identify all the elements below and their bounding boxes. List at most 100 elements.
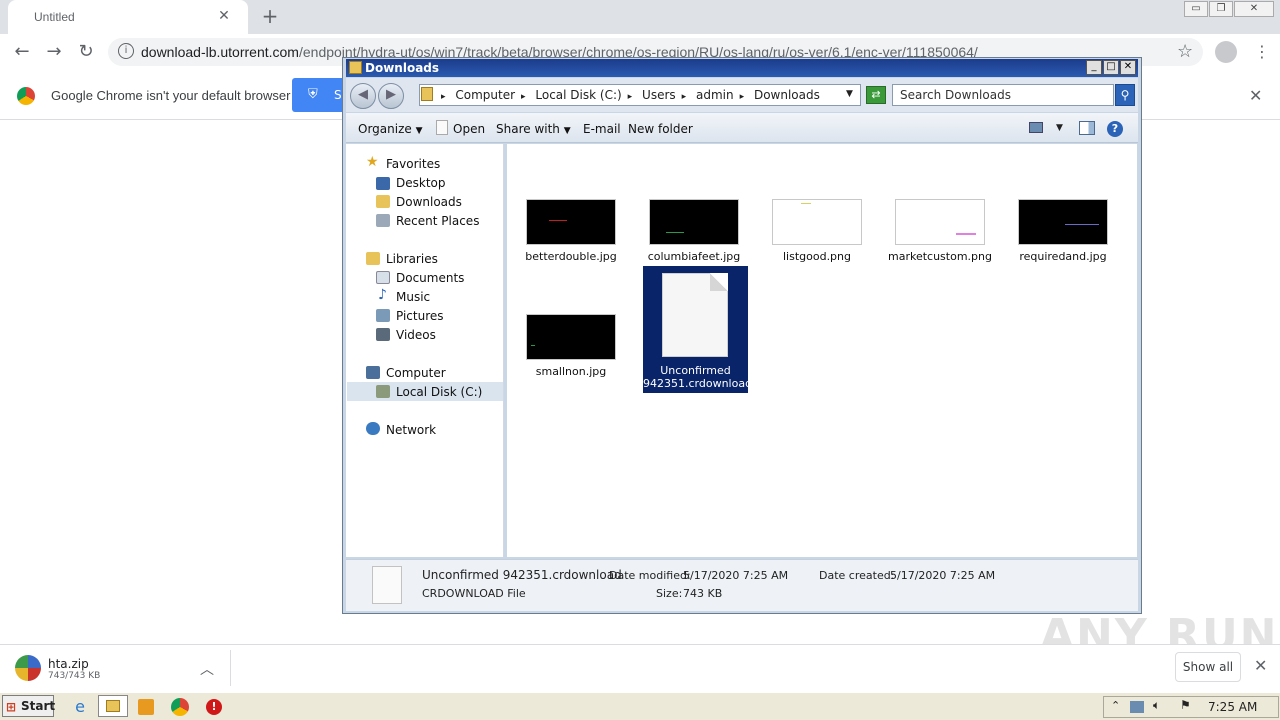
security-alert-icon[interactable]: ! [206, 699, 222, 715]
reload-icon[interactable]: ↻ [74, 41, 98, 65]
flag-icon[interactable]: ⚑ [1180, 698, 1191, 712]
clock[interactable]: 7:25 AM [1208, 700, 1257, 714]
nav-computer[interactable]: Computer [386, 366, 446, 380]
selected-name-line1: Unconfirmed [660, 364, 731, 377]
open-button[interactable]: Open [453, 122, 485, 136]
start-label: Start [21, 699, 56, 713]
modified-label: Date modified: [609, 569, 691, 582]
modified-value: 5/17/2020 7:25 AM [683, 569, 789, 582]
nav-local-disk[interactable]: Local Disk (C:) [396, 385, 482, 399]
file-thumbnail[interactable] [526, 199, 616, 245]
organize-button[interactable]: Organize ▼ [358, 122, 423, 136]
organize-label: Organize [358, 122, 412, 136]
file-thumbnail[interactable] [1018, 199, 1108, 245]
start-button[interactable]: ⊞ Start [2, 695, 56, 717]
explorer-title: Downloads [365, 61, 440, 75]
menu-icon[interactable]: ⋮ [1254, 42, 1270, 61]
ie-icon[interactable]: e [70, 697, 90, 717]
videos-icon [376, 328, 390, 341]
details-filename: Unconfirmed 942351.crdownload [422, 568, 622, 582]
chevron-up-icon[interactable]: ︿ [200, 659, 214, 679]
restore-icon[interactable]: ❐ [1209, 1, 1233, 17]
details-filetype: CRDOWNLOAD File [422, 587, 526, 600]
tab-title: Untitled [34, 10, 75, 24]
nav-pictures[interactable]: Pictures [396, 309, 444, 323]
explorer-titlebar[interactable] [346, 59, 1138, 77]
chrome-taskbar-icon[interactable] [171, 698, 189, 716]
nav-favorites[interactable]: Favorites [386, 157, 440, 171]
close-window-icon[interactable]: ✕ [1234, 1, 1274, 17]
file-name[interactable]: smallnon.jpg [511, 365, 631, 378]
explorer-close-icon[interactable]: ✕ [1120, 60, 1136, 75]
computer-icon [366, 366, 380, 379]
local-disk-icon [376, 385, 390, 398]
crumb-local-disk[interactable]: Local Disk (C:) [535, 88, 621, 102]
bookmark-star-icon[interactable]: ☆ [1177, 41, 1193, 62]
nav-downloads[interactable]: Downloads [396, 195, 462, 209]
file-name[interactable]: marketcustom.png [880, 250, 1000, 263]
forward-icon[interactable]: → [42, 41, 66, 65]
back-icon[interactable]: ← [10, 41, 34, 65]
tab-close-icon[interactable]: ✕ [216, 8, 232, 24]
shield-icon: ⛨ [308, 87, 318, 102]
infobar-text: Google Chrome isn't your default browser [51, 88, 291, 103]
file-thumbnail[interactable] [895, 199, 985, 245]
nav-desktop[interactable]: Desktop [396, 176, 446, 190]
search-icon[interactable]: ⚲ [1115, 84, 1135, 106]
crumb-users[interactable]: Users [642, 88, 676, 102]
infobar-close-icon[interactable]: ✕ [1249, 86, 1262, 105]
file-name[interactable]: listgood.png [757, 250, 877, 263]
shelf-close-icon[interactable]: ✕ [1254, 656, 1267, 675]
nav-documents[interactable]: Documents [396, 271, 464, 285]
taskbar [0, 692, 1280, 720]
view-dropdown-icon[interactable]: ▼ [1056, 123, 1063, 133]
tray-expand-icon[interactable]: ⌃ [1111, 699, 1120, 712]
media-player-icon[interactable] [138, 699, 154, 715]
new-folder-button[interactable]: New folder [628, 122, 693, 136]
show-all-button[interactable]: Show all [1175, 652, 1241, 682]
explorer-maximize-icon[interactable]: □ [1103, 60, 1119, 75]
pictures-icon [376, 309, 390, 322]
help-icon[interactable]: ? [1107, 121, 1123, 137]
network-icon [366, 422, 380, 435]
desktop-icon [376, 177, 390, 190]
star-icon: ★ [366, 154, 379, 170]
network-tray-icon[interactable] [1130, 701, 1144, 713]
winrar-archive-icon[interactable] [15, 655, 41, 681]
search-input[interactable]: Search Downloads [892, 84, 1114, 106]
explorer-taskbar-button[interactable] [98, 695, 128, 717]
profile-avatar-icon[interactable] [1215, 41, 1237, 63]
created-label: Date created: [819, 569, 895, 582]
nav-network[interactable]: Network [386, 423, 436, 437]
file-name[interactable]: columbiafeet.jpg [634, 250, 754, 263]
explorer-forward-icon[interactable]: ▶ [378, 83, 404, 109]
file-thumbnail[interactable] [649, 199, 739, 245]
preview-pane-icon[interactable] [1079, 121, 1095, 135]
crumb-computer[interactable]: Computer [455, 88, 515, 102]
details-pane [346, 559, 1138, 611]
crumb-downloads[interactable]: Downloads [754, 88, 820, 102]
info-icon[interactable]: i [118, 43, 134, 59]
explorer-minimize-icon[interactable]: _ [1086, 60, 1102, 75]
nav-recent-places[interactable]: Recent Places [396, 214, 479, 228]
file-thumbnail[interactable] [526, 314, 616, 360]
download-filename[interactable]: hta.zip [48, 657, 89, 671]
file-name[interactable]: requiredand.jpg [1003, 250, 1123, 263]
size-label: Size: [656, 587, 683, 600]
crumb-admin[interactable]: admin [696, 88, 734, 102]
volume-icon[interactable]: 🔈︎ [1153, 698, 1160, 713]
file-name[interactable]: betterdouble.jpg [511, 250, 631, 263]
refresh-icon[interactable]: ⇄ [866, 86, 886, 104]
share-with-button[interactable]: Share with ▼ [496, 122, 571, 136]
nav-videos[interactable]: Videos [396, 328, 436, 342]
file-thumbnail[interactable] [772, 199, 862, 245]
explorer-back-icon[interactable]: ◀ [350, 83, 376, 109]
email-button[interactable]: E-mail [583, 122, 621, 136]
shelf-divider [230, 650, 231, 686]
minimize-icon[interactable]: ▭ [1184, 1, 1208, 17]
nav-music[interactable]: Music [396, 290, 430, 304]
address-dropdown-icon[interactable]: ▼ [846, 89, 853, 99]
new-tab-icon[interactable]: + [258, 5, 282, 29]
nav-libraries[interactable]: Libraries [386, 252, 438, 266]
view-options-icon[interactable] [1029, 122, 1043, 133]
